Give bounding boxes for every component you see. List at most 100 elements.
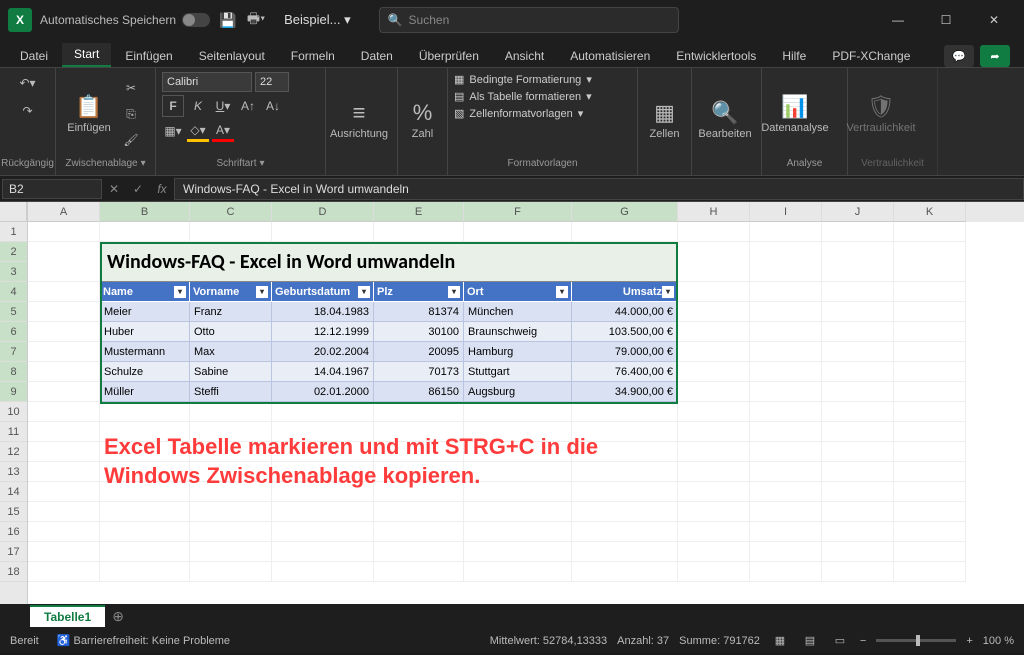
cut-icon[interactable]: ✂ xyxy=(120,77,142,99)
cell[interactable] xyxy=(572,502,678,522)
col-header-G[interactable]: G xyxy=(572,202,678,222)
table-cell[interactable]: 02.01.2000 xyxy=(272,382,374,402)
cell[interactable] xyxy=(822,362,894,382)
table-header-ort[interactable]: Ort▾ xyxy=(464,282,572,302)
table-cell[interactable]: 30100 xyxy=(374,322,464,342)
filter-icon[interactable]: ▾ xyxy=(448,286,460,298)
cell[interactable] xyxy=(28,402,100,422)
cell[interactable] xyxy=(678,302,750,322)
sheet-tab-1[interactable]: Tabelle1 xyxy=(30,605,105,627)
cell[interactable] xyxy=(894,562,966,582)
table-header-name[interactable]: Name▾ xyxy=(100,282,190,302)
cell[interactable] xyxy=(822,422,894,442)
cell[interactable] xyxy=(28,282,100,302)
col-header-E[interactable]: E xyxy=(374,202,464,222)
sheet-title[interactable]: Windows-FAQ - Excel in Word umwandeln xyxy=(100,242,678,282)
row-header-7[interactable]: 7 xyxy=(0,342,27,362)
cell[interactable] xyxy=(894,282,966,302)
cell[interactable] xyxy=(572,562,678,582)
italic-button[interactable]: K xyxy=(187,95,209,117)
cell[interactable] xyxy=(678,542,750,562)
cell[interactable] xyxy=(464,222,572,242)
table-cell[interactable]: 70173 xyxy=(374,362,464,382)
cell[interactable] xyxy=(272,522,374,542)
cell[interactable] xyxy=(894,222,966,242)
cell[interactable] xyxy=(28,562,100,582)
cell[interactable] xyxy=(894,382,966,402)
table-cell[interactable]: 86150 xyxy=(374,382,464,402)
cell[interactable] xyxy=(100,502,190,522)
cell[interactable] xyxy=(894,302,966,322)
cell[interactable] xyxy=(894,322,966,342)
cell[interactable] xyxy=(750,502,822,522)
table-cell[interactable]: Otto xyxy=(190,322,272,342)
cell[interactable] xyxy=(190,522,272,542)
format-painter-icon[interactable]: 🖌 xyxy=(120,129,142,151)
row-header-4[interactable]: 4 xyxy=(0,282,27,302)
tab-hilfe[interactable]: Hilfe xyxy=(770,45,818,67)
row-header-16[interactable]: 16 xyxy=(0,522,27,542)
cell[interactable] xyxy=(678,242,750,282)
undo-icon[interactable]: ↶▾ xyxy=(17,72,39,94)
table-header-plz[interactable]: Plz▾ xyxy=(374,282,464,302)
cell[interactable] xyxy=(822,322,894,342)
cell[interactable] xyxy=(272,542,374,562)
table-cell[interactable]: Müller xyxy=(100,382,190,402)
cell[interactable] xyxy=(28,542,100,562)
col-header-I[interactable]: I xyxy=(750,202,822,222)
zoom-level[interactable]: 100 % xyxy=(983,635,1014,647)
col-header-H[interactable]: H xyxy=(678,202,750,222)
view-normal-icon[interactable]: ▦ xyxy=(770,633,790,649)
cell[interactable] xyxy=(272,502,374,522)
cell[interactable] xyxy=(28,482,100,502)
cell[interactable] xyxy=(822,442,894,462)
table-header-geburtsdatum[interactable]: Geburtsdatum▾ xyxy=(272,282,374,302)
table-cell[interactable]: Huber xyxy=(100,322,190,342)
table-cell[interactable]: 44.000,00 € xyxy=(572,302,678,322)
accept-formula-icon[interactable]: ✓ xyxy=(126,182,150,196)
alignment-button[interactable]: ≡Ausrichtung xyxy=(332,96,386,144)
maximize-button[interactable]: ☐ xyxy=(924,5,968,35)
tab-start[interactable]: Start xyxy=(62,43,111,67)
cell[interactable] xyxy=(894,402,966,422)
cell[interactable] xyxy=(894,342,966,362)
cell[interactable] xyxy=(678,442,750,462)
row-header-15[interactable]: 15 xyxy=(0,502,27,522)
name-box[interactable] xyxy=(2,179,102,199)
number-button[interactable]: %Zahl xyxy=(404,96,441,144)
conditional-formatting-button[interactable]: ▦Bedingte Formatierung ▾ xyxy=(454,72,592,87)
row-header-2[interactable]: 2 xyxy=(0,242,27,262)
col-header-C[interactable]: C xyxy=(190,202,272,222)
table-cell[interactable]: Schulze xyxy=(100,362,190,382)
cell[interactable] xyxy=(750,282,822,302)
cell[interactable] xyxy=(822,242,894,282)
font-size-select[interactable] xyxy=(255,72,289,92)
cell[interactable] xyxy=(678,282,750,302)
row-header-5[interactable]: 5 xyxy=(0,302,27,322)
col-header-D[interactable]: D xyxy=(272,202,374,222)
share-button[interactable]: ➦ xyxy=(980,45,1010,67)
fx-icon[interactable]: fx xyxy=(150,182,174,196)
cell[interactable] xyxy=(464,562,572,582)
row-header-9[interactable]: 9 xyxy=(0,382,27,402)
tab-seitenlayout[interactable]: Seitenlayout xyxy=(187,45,277,67)
cell[interactable] xyxy=(190,402,272,422)
table-cell[interactable]: 34.900,00 € xyxy=(572,382,678,402)
cell[interactable] xyxy=(894,462,966,482)
row-header-17[interactable]: 17 xyxy=(0,542,27,562)
cell[interactable] xyxy=(272,222,374,242)
table-header-umsatz[interactable]: Umsatz▾ xyxy=(572,282,678,302)
cell[interactable] xyxy=(190,502,272,522)
row-header-3[interactable]: 3 xyxy=(0,262,27,282)
table-cell[interactable]: 20.02.2004 xyxy=(272,342,374,362)
cell[interactable] xyxy=(678,522,750,542)
cell[interactable] xyxy=(894,442,966,462)
cell[interactable] xyxy=(374,222,464,242)
cell[interactable] xyxy=(190,562,272,582)
cell[interactable] xyxy=(750,442,822,462)
cell[interactable] xyxy=(822,562,894,582)
cell[interactable] xyxy=(572,542,678,562)
col-header-F[interactable]: F xyxy=(464,202,572,222)
cell[interactable] xyxy=(100,222,190,242)
table-cell[interactable]: Sabine xyxy=(190,362,272,382)
